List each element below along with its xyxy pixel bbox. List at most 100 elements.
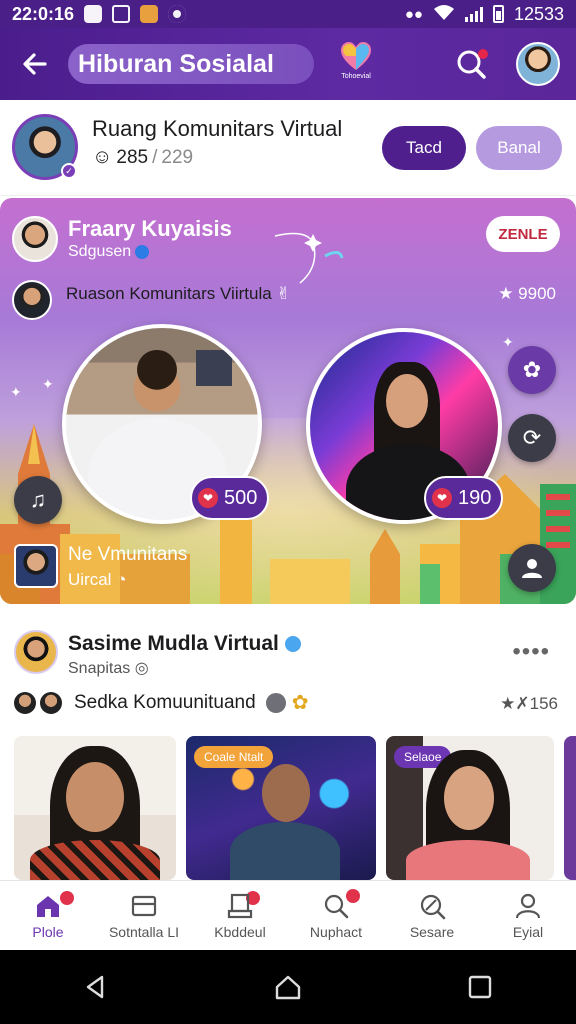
nav-social[interactable]: Sotntalla LI (96, 881, 260, 950)
rotate-camera-button[interactable]: ⟳ (508, 414, 556, 462)
record-icon (168, 5, 187, 23)
person-shirt (406, 840, 530, 880)
join-button[interactable]: Tacd (382, 126, 466, 170)
person-shirt (230, 822, 340, 880)
person-shirt (30, 840, 160, 880)
app-screen: { "status_bar": {"time": "22:0:16", "bat… (0, 0, 576, 1024)
host-subtitle: Sdgusen (68, 243, 150, 261)
search-icon (420, 894, 446, 919)
signal-icon (464, 6, 483, 22)
globe-icon (265, 692, 286, 713)
feed-community-row[interactable]: Sedka Komuunituand ✿ (14, 690, 308, 715)
footer-avatar[interactable] (14, 544, 58, 588)
system-back-icon[interactable] (82, 973, 110, 1001)
nav-profile-label: Eyial (512, 923, 544, 940)
zoom-button[interactable]: ZENLE (486, 216, 560, 252)
host-name: Fraary Kuyaisis (68, 216, 232, 241)
board-icon (227, 893, 253, 918)
user-avatar[interactable] (516, 42, 560, 86)
room-avatar[interactable]: ✓ (12, 114, 78, 180)
bird-icon: ✿ (291, 692, 309, 714)
search-button[interactable] (454, 47, 488, 81)
member-avatar (14, 691, 36, 714)
message-icon (140, 5, 159, 23)
system-navigation-bar (0, 950, 576, 1024)
logo-text: Tohoevial (341, 73, 371, 80)
thumbnail-card[interactable] (564, 736, 576, 880)
feed-post-header: Sasime Mudla Virtual Snapitas ◎ •••• Sed… (0, 614, 576, 732)
sub-title-text: Ruason Komunitars Viirtula (66, 284, 272, 303)
hand-icon: ✌ (276, 284, 291, 303)
feed-title: Sasime Mudla Virtual (68, 632, 301, 656)
person-face (66, 762, 124, 832)
effects-icon: ✿ (522, 357, 542, 382)
host-avatar[interactable] (12, 216, 58, 262)
heart-icon: ❤ (432, 488, 452, 508)
status-time: 22:0:16 (12, 3, 75, 24)
profile-icon (515, 893, 541, 918)
wifi-icon (433, 4, 455, 25)
nav-board-label: Kbddeul (214, 923, 266, 940)
system-recents-icon[interactable] (466, 973, 494, 1001)
feed-thumbnails: Coale Ntalt Selaoe (0, 736, 576, 880)
vibrate-icon: ●● (404, 5, 423, 23)
more-options-icon[interactable]: •••• (512, 638, 550, 666)
thumbnail-card[interactable] (14, 736, 176, 880)
notification-badge (346, 889, 360, 903)
footer-subtitle: Uircal ◔ (68, 570, 126, 590)
host-subtitle-text: Sdgusen (68, 243, 132, 260)
speaker-face (128, 350, 186, 416)
gift-button[interactable]: ♫ (14, 476, 62, 524)
nav-profile[interactable]: Eyial (480, 881, 576, 950)
thumbnail-card[interactable]: Coale Ntalt (186, 736, 376, 880)
speaker-right-vote-count: 190 (458, 486, 492, 509)
heart-icon: ❤ (198, 488, 218, 508)
nav-home-label: Plole (32, 923, 64, 940)
feed-subtitle: Snapitas ◎ (68, 658, 149, 678)
clock-icon: ◔ (116, 570, 127, 589)
sparkle-icon: ✦ (42, 376, 54, 392)
ban-button[interactable]: Banal (476, 126, 562, 170)
heart-logo-icon (341, 42, 371, 70)
room-header: ✓ Ruang Komunitars Virtual ☺ 285 / 229 T… (0, 100, 576, 196)
effects-button[interactable]: ✿ (508, 346, 556, 394)
home-badge (60, 891, 74, 905)
footer-subtitle-text: Uircal (68, 570, 112, 589)
sub-count: ★ 9900 (498, 284, 556, 303)
speaker-left-votes[interactable]: ❤ 500 (190, 476, 270, 520)
nav-search[interactable]: Sesare (384, 881, 480, 950)
face-emoji-icon: ☺ (92, 146, 113, 168)
nav-notif-label: Nuphact (309, 923, 363, 940)
nav-notifications[interactable]: Nuphact (288, 881, 384, 950)
bottom-navigation: Plole Sotntalla LI Kbddeul Nuphact Sesar… (0, 880, 576, 950)
sub-title: Ruason Komunitars Viirtula ✌ (66, 284, 291, 304)
nav-social-label: Sotntalla LI (108, 923, 180, 940)
sparkle-icon: ✦ (502, 334, 514, 350)
feed-title-text: Sasime Mudla Virtual (68, 632, 279, 655)
room-stats: ☺ 285 / 229 (92, 146, 193, 169)
footer-title: Ne Vmunitans (68, 544, 188, 565)
nav-board[interactable]: Kbddeul (192, 881, 288, 950)
home-icon (37, 895, 59, 917)
notification-icon (84, 5, 103, 23)
gift-icon: ♫ (29, 487, 47, 512)
person-face (262, 764, 310, 822)
room-count-separator: / (152, 146, 158, 168)
speaker-right-votes[interactable]: ❤ 190 (424, 476, 504, 520)
live-room-card[interactable]: Fraary Kuyaisis Sdgusen ZENLE Ruason Kom… (0, 198, 576, 604)
person-icon (522, 559, 542, 578)
community-text: Sedka Komuunituand (74, 691, 256, 713)
add-person-button[interactable] (508, 544, 556, 592)
sub-host-avatar[interactable] (12, 280, 52, 320)
system-home-icon[interactable] (274, 973, 302, 1001)
back-arrow-icon[interactable] (20, 49, 50, 79)
nav-home[interactable]: Plole (0, 881, 96, 950)
app-icon (112, 5, 131, 23)
rotate-icon: ⟳ (522, 425, 542, 450)
room-title: Ruang Komunitars Virtual (92, 116, 343, 141)
feed-subtitle-text: Snapitas (68, 660, 131, 677)
feed-avatar[interactable] (14, 630, 58, 674)
thumbnail-card[interactable]: Selaoe (386, 736, 554, 880)
sparkle-trail-decoration (274, 232, 344, 284)
verified-badge-icon (284, 636, 301, 653)
